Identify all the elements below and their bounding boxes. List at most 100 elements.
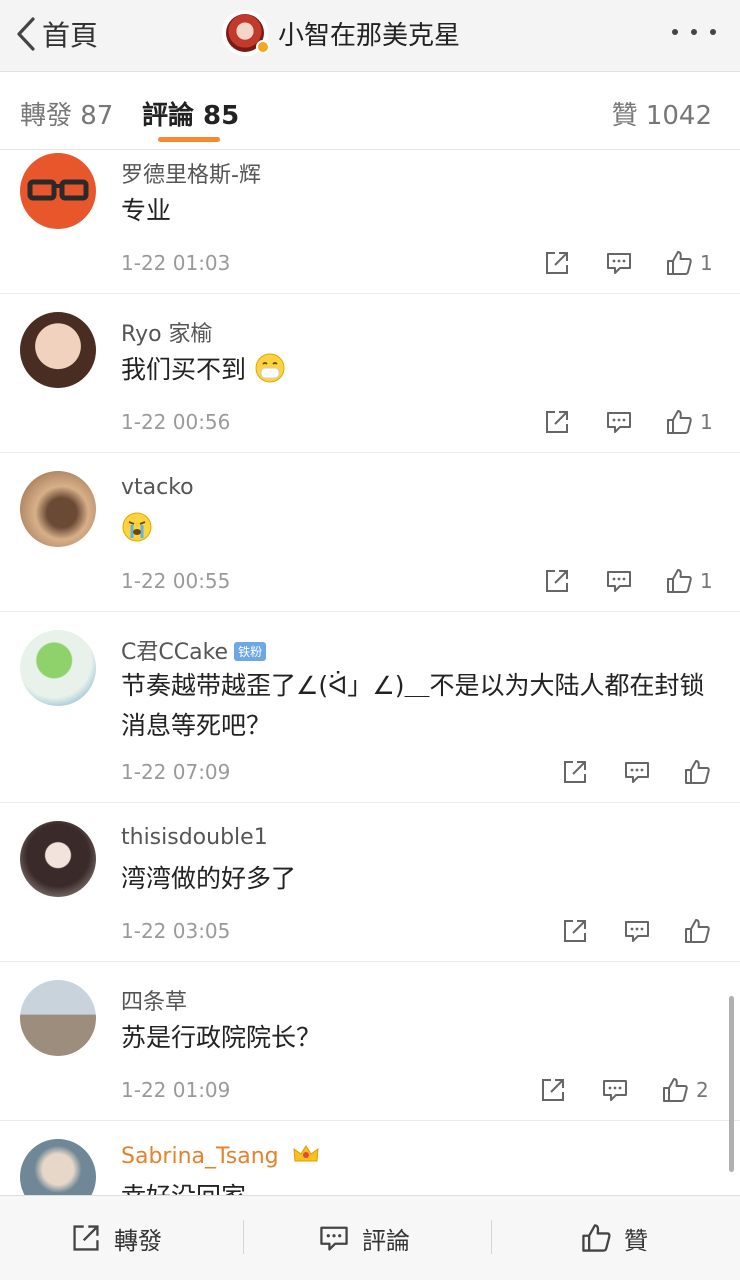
bottom-like-button[interactable]: 贊	[580, 1218, 648, 1258]
like-button[interactable]	[662, 405, 696, 439]
username[interactable]: 四条草	[121, 984, 187, 1016]
reply-button[interactable]	[598, 1073, 632, 1107]
username[interactable]: C君CCake 铁粉	[121, 634, 267, 666]
user-avatar[interactable]	[20, 153, 96, 229]
like-count: 1	[700, 410, 713, 434]
comment-text: 湾湾做的好多了	[121, 864, 297, 893]
timestamp: 1-22 01:09	[121, 1078, 231, 1102]
divider	[491, 1220, 492, 1254]
share-icon	[546, 252, 568, 274]
thumbs-up-icon	[582, 1224, 611, 1252]
repost-button[interactable]	[536, 1073, 570, 1107]
comment-item: Ryo 家榆 我们买不到 1-22 00:56 1	[0, 294, 740, 453]
like-button[interactable]	[680, 755, 714, 789]
comment-text: 幸好没回家	[121, 1177, 721, 1195]
dot-icon	[691, 29, 697, 35]
share-icon	[542, 1079, 564, 1101]
comment-text: 节奏越带越歪了∠(ᐛ」∠)＿不是以为大陆人都在封锁消息等死吧？	[121, 671, 705, 740]
bottom-like-label: 贊	[624, 1226, 648, 1255]
username[interactable]: vtacko	[121, 475, 194, 500]
user-avatar[interactable]	[20, 471, 96, 547]
like-count: 1	[700, 569, 713, 593]
comment-icon	[320, 1226, 348, 1251]
repost-button[interactable]	[540, 405, 574, 439]
bottom-comment-button[interactable]: 評論	[318, 1218, 410, 1258]
comment-text	[121, 509, 721, 549]
comment-icon	[607, 571, 631, 592]
comment-item: vtacko 1-22 00:55 1	[0, 453, 740, 612]
more-options-button[interactable]	[672, 22, 716, 42]
username-text: Sabrina_Tsang	[121, 1144, 279, 1169]
glasses-icon	[27, 179, 89, 201]
back-label: 首頁	[42, 19, 99, 52]
share-icon	[546, 570, 568, 592]
username[interactable]: thisisdouble1	[121, 825, 268, 850]
comment-item: 四条草 苏是行政院院长？ 1-22 01:09 2	[0, 962, 740, 1121]
reply-button[interactable]	[602, 564, 636, 598]
timestamp: 1-22 01:03	[121, 251, 231, 275]
reply-button[interactable]	[602, 246, 636, 280]
author-title[interactable]: 小智在那美克星	[222, 8, 460, 58]
repost-button[interactable]	[540, 246, 574, 280]
tab-likes[interactable]: 贊 1042	[612, 95, 712, 132]
timestamp: 1-22 03:05	[121, 919, 231, 943]
repost-button[interactable]	[540, 564, 574, 598]
repost-button[interactable]	[558, 914, 592, 948]
comment-actions: 2	[536, 1072, 709, 1108]
comment-icon	[625, 762, 649, 783]
bottom-repost-button[interactable]: 轉發	[70, 1218, 162, 1258]
user-avatar[interactable]	[20, 630, 96, 706]
user-avatar[interactable]	[20, 312, 96, 388]
like-button[interactable]	[658, 1073, 692, 1107]
thumbs-up-icon	[667, 569, 692, 593]
reply-button[interactable]	[602, 405, 636, 439]
tab-bar: 轉發 87 評論 85 贊 1042	[0, 73, 740, 150]
active-tab-indicator	[158, 137, 220, 142]
user-avatar[interactable]	[20, 1139, 96, 1195]
timestamp: 1-22 00:55	[121, 569, 231, 593]
share-icon	[564, 920, 586, 942]
back-button[interactable]: 首頁	[14, 12, 98, 56]
tab-comments[interactable]: 評論 85	[142, 95, 239, 132]
comment-actions: 1	[540, 563, 713, 599]
comment-text-content: 我们买不到	[121, 355, 247, 384]
comment-list[interactable]: 罗德里格斯-辉 专业 1-22 01:03 1 Ryo 家榆 我们买不到 1-2…	[0, 151, 740, 1195]
username[interactable]: Sabrina_Tsang	[121, 1143, 320, 1169]
share-icon	[564, 761, 586, 783]
like-button[interactable]	[680, 914, 714, 948]
divider	[243, 1220, 244, 1254]
verified-badge-icon	[256, 40, 270, 54]
comment-actions: 1	[540, 404, 713, 440]
bottom-repost-label: 轉發	[114, 1226, 162, 1255]
tab-reposts[interactable]: 轉發 87	[20, 95, 113, 132]
fan-badge: 铁粉	[234, 642, 267, 661]
username[interactable]: 罗德里格斯-辉	[121, 157, 261, 189]
top-navbar: 首頁 小智在那美克星	[0, 0, 740, 72]
crown-icon	[293, 1145, 319, 1162]
thumbs-up-icon	[667, 251, 692, 275]
thumbs-up-icon	[667, 410, 692, 434]
repost-button[interactable]	[558, 755, 592, 789]
comment-text: 苏是行政院院长？	[121, 1023, 322, 1052]
user-avatar[interactable]	[20, 980, 96, 1056]
mask-emoji-icon	[255, 353, 285, 383]
username-text: C君CCake	[121, 640, 229, 665]
like-button[interactable]	[662, 246, 696, 280]
timestamp: 1-22 07:09	[121, 760, 231, 784]
crying-emoji-icon	[122, 512, 152, 542]
thumbs-up-icon	[685, 919, 710, 943]
dot-icon	[672, 29, 678, 35]
reply-button[interactable]	[620, 914, 654, 948]
comment-icon	[625, 921, 649, 942]
reply-button[interactable]	[620, 755, 654, 789]
comment-icon	[607, 253, 631, 274]
like-button[interactable]	[662, 564, 696, 598]
share-icon	[546, 411, 568, 433]
like-count: 2	[696, 1078, 709, 1102]
timestamp: 1-22 00:56	[121, 410, 231, 434]
comment-item: thisisdouble1 湾湾做的好多了 1-22 03:05	[0, 803, 740, 962]
username[interactable]: Ryo 家榆	[121, 316, 213, 348]
user-avatar[interactable]	[20, 821, 96, 897]
comment-item: 罗德里格斯-辉 专业 1-22 01:03 1	[0, 151, 740, 294]
scrollbar[interactable]	[729, 996, 734, 1172]
